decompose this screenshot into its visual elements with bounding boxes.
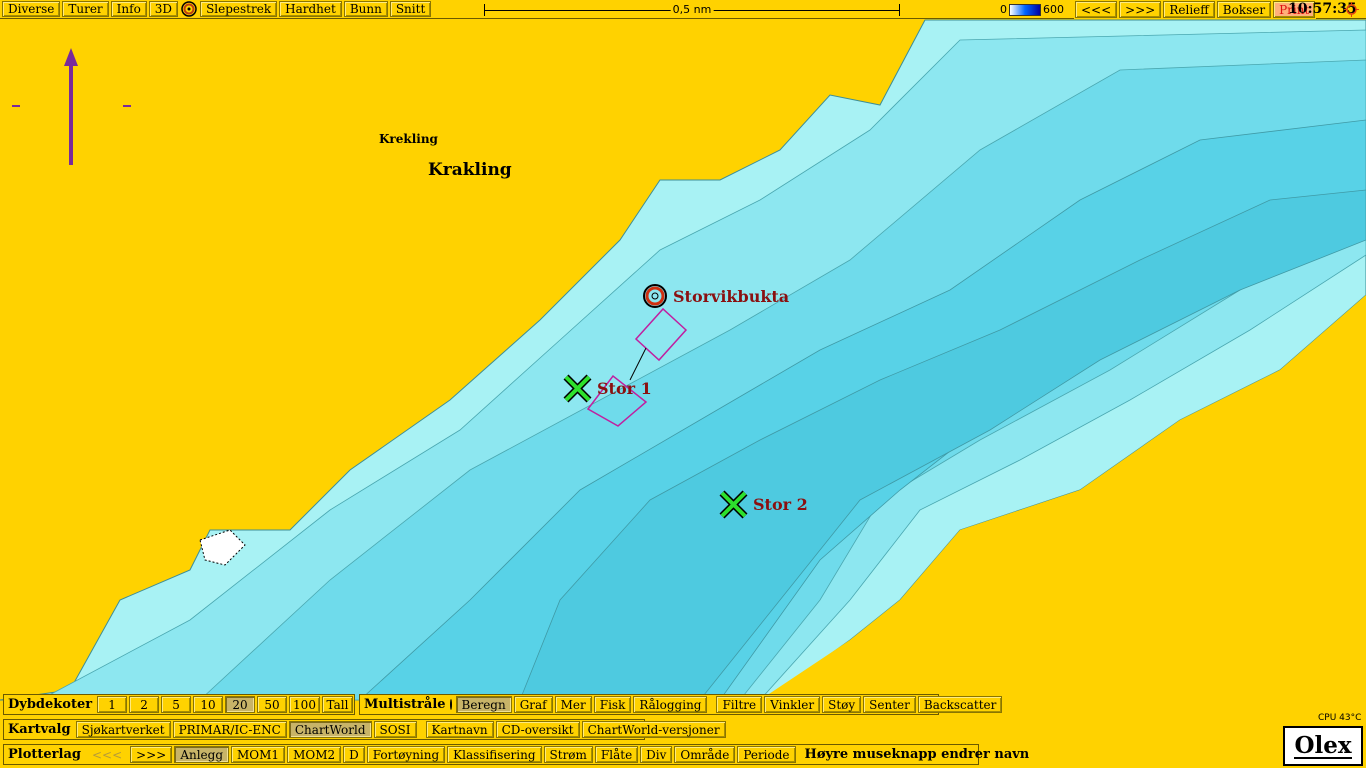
layer-fortoyning[interactable]: Fortøyning [366,746,446,763]
cpu-temperature: CPU 43°C [1318,713,1362,723]
menu-slepestrek[interactable]: Slepestrek [200,1,278,17]
chart-cd-oversikt[interactable]: CD-oversikt [495,721,580,738]
boxes-button[interactable]: Bokser [1216,1,1272,18]
layer-omrade[interactable]: Område [674,746,736,763]
multibeam-label: Multistråle [364,697,446,712]
contour-1[interactable]: 1 [97,696,128,713]
layer-klassifisering[interactable]: Klassifisering [447,746,542,763]
depth-contours-panel: Dybdekoter 1 2 5 10 20 50 100 Tall [3,694,355,715]
chart-map[interactable] [0,0,1366,768]
contour-50[interactable]: 50 [257,696,287,713]
mb-mer[interactable]: Mer [554,696,592,713]
chart-source-label: Kartvalg [8,722,71,737]
contour-20[interactable]: 20 [225,696,256,713]
top-right-toolbar: <<< >>> Relieff Bokser Print [1074,0,1317,19]
mb-senter[interactable]: Senter [863,696,916,713]
mb-ralogging[interactable]: Rålogging [633,696,708,713]
mb-graf[interactable]: Graf [513,696,553,713]
scale-label: 0,5 nm [670,3,714,16]
depth-gradient [1009,3,1041,16]
mb-vinkler[interactable]: Vinkler [764,696,821,713]
mb-beregn[interactable]: Beregn [455,696,512,713]
layer-mom2[interactable]: MOM2 [287,746,342,763]
nav-forward-button[interactable]: >>> [1119,1,1162,18]
chart-chartworld-versions[interactable]: ChartWorld-versjoner [581,721,726,738]
mb-backscatter[interactable]: Backscatter [917,696,1003,713]
layer-periode[interactable]: Periode [737,746,796,763]
depth-color-scale[interactable]: 0 600 [1000,3,1064,16]
chart-primar[interactable]: PRIMAR/IC-ENC [172,721,287,738]
menu-snitt[interactable]: Snitt [389,1,432,17]
depth-min: 0 [1000,3,1007,16]
chart-sjokartverket[interactable]: Sjøkartverket [75,721,171,738]
mark-label-storvikbukta[interactable]: Storvikbukta [673,287,789,306]
relief-button[interactable]: Relieff [1163,1,1215,18]
contour-2[interactable]: 2 [129,696,160,713]
layers-next-button[interactable]: >>> [130,746,173,763]
menu-turer[interactable]: Turer [62,1,109,17]
multibeam-panel: Multistråle Beregn Graf Mer Fisk Råloggi… [359,694,1003,715]
mb-fisk[interactable]: Fisk [593,696,632,713]
menu-hardhet[interactable]: Hardhet [279,1,342,17]
nav-back-button[interactable]: <<< [1075,1,1118,18]
depth-contours-label: Dybdekoter [8,697,93,712]
contour-100[interactable]: 100 [289,696,320,713]
contour-tall[interactable]: Tall [322,696,353,713]
multibeam-status-icon [449,699,452,710]
mb-stoy[interactable]: Støy [822,696,862,713]
layer-anlegg[interactable]: Anlegg [174,746,230,763]
chart-chartworld[interactable]: ChartWorld [288,721,372,738]
contour-5[interactable]: 5 [161,696,192,713]
layer-div[interactable]: Div [640,746,673,763]
layer-strom[interactable]: Strøm [543,746,593,763]
menu-bunn[interactable]: Bunn [343,1,388,17]
chart-sosi[interactable]: SOSI [373,721,417,738]
layer-mom1[interactable]: MOM1 [231,746,286,763]
layers-prev-button[interactable]: <<< [85,746,129,763]
place-name-small: Krekling [379,132,438,146]
layer-d[interactable]: D [343,746,365,763]
contour-10[interactable]: 10 [193,696,224,713]
place-name-large: Krakling [428,160,512,180]
olex-logo[interactable]: Olex [1283,726,1363,766]
mb-filtre[interactable]: Filtre [716,696,763,713]
mark-label-stor1[interactable]: Stor 1 [597,379,652,398]
distance-scale: 0,5 nm [484,3,900,16]
layer-flate[interactable]: Flåte [594,746,639,763]
chart-source-panel: Kartvalg Sjøkartverket PRIMAR/IC-ENC Cha… [3,719,726,740]
plotter-layers-label: Plotterlag [8,747,81,762]
menu-diverse[interactable]: Diverse [2,1,61,17]
menu-3d[interactable]: 3D [148,1,179,17]
depth-max: 600 [1043,3,1064,16]
mark-label-stor2[interactable]: Stor 2 [753,495,808,514]
chart-kartnavn[interactable]: Kartnavn [425,721,494,738]
olex-logo-text: Olex [1294,731,1352,759]
menu-info[interactable]: Info [110,1,147,17]
plotter-layers-panel: Plotterlag <<< >>> Anlegg MOM1 MOM2 D Fo… [3,744,1029,765]
sun-icon[interactable] [1344,2,1359,17]
target-icon[interactable] [181,1,197,17]
layers-hint: Høyre museknapp endrer navn [804,747,1030,762]
